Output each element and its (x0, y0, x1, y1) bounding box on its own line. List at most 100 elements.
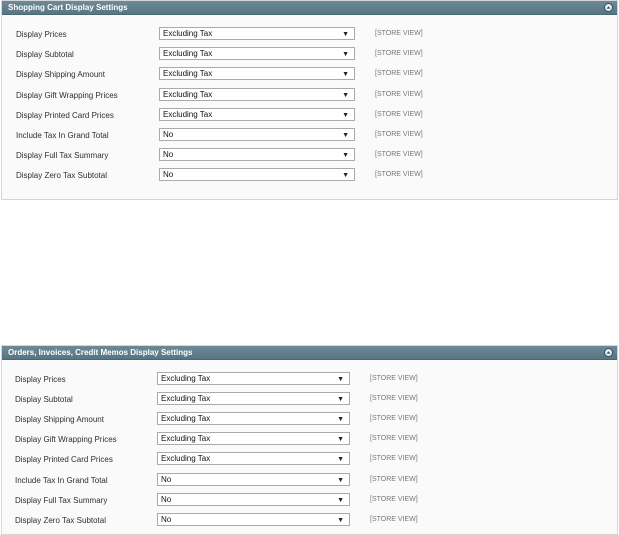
dropdown-arrow-icon[interactable]: ▼ (342, 130, 349, 141)
setting-row-include-tax-in-grand-total: Include Tax In Grand Total No ▼ [STORE VIEW… (2, 128, 617, 144)
display-printed-card-prices-select[interactable]: Excluding Tax ▼ (159, 107, 355, 121)
setting-row-display-subtotal: Display Subtotal Excluding Tax ▼ [STORE VIE… (2, 47, 617, 63)
setting-row-display-zero-tax-subtotal: Display Zero Tax Subtotal No ▼ [STORE VIEW] (2, 168, 617, 184)
setting-row-display-full-tax-summary: Display Full Tax Summary No ▼ [STORE VIEW] (2, 492, 617, 509)
setting-row-display-printed-card-prices: Display Printed Card Prices Excluding Tax… (2, 107, 617, 124)
dropdown-arrow-icon[interactable]: ▼ (337, 394, 344, 405)
scope-label: [STORE VIEW] (375, 50, 423, 58)
scope-label: [STORE VIEW] (375, 151, 423, 159)
setting-label: Display Full Tax Summary (15, 495, 108, 505)
select-value: Excluding Tax (163, 49, 213, 59)
shopping-cart-display-settings-section: Shopping Cart Display Settings Display P… (1, 0, 618, 200)
display-shipping-amount-select[interactable]: Excluding Tax ▼ (157, 412, 350, 426)
display-zero-tax-subtotal-select[interactable]: No ▼ (159, 168, 355, 182)
scope-label: [STORE VIEW] (375, 70, 423, 78)
display-full-tax-summary-select[interactable]: No ▼ (157, 492, 350, 506)
dropdown-arrow-icon[interactable]: ▼ (337, 414, 344, 425)
setting-label: Display Full Tax Summary (16, 151, 109, 161)
select-value: Excluding Tax (161, 394, 211, 404)
setting-row-display-shipping-amount: Display Shipping Amount Excluding Tax ▼ [ST… (2, 412, 617, 428)
setting-label: Display Zero Tax Subtotal (15, 515, 107, 525)
select-value: No (161, 514, 172, 524)
setting-label: Display Prices (15, 375, 66, 384)
collapse-up-icon[interactable] (604, 348, 613, 357)
section-title: Shopping Cart Display Settings (8, 3, 128, 12)
display-zero-tax-subtotal-select[interactable]: No ▼ (157, 512, 350, 526)
dropdown-arrow-icon[interactable]: ▼ (342, 69, 349, 80)
dropdown-arrow-icon[interactable]: ▼ (337, 495, 344, 506)
scope-label: [STORE VIEW] (370, 515, 418, 523)
section-header-orders[interactable]: Orders, Invoices, Credit Memos Display S… (2, 346, 617, 360)
select-value: No (163, 150, 174, 160)
include-tax-in-grand-total-select[interactable]: No ▼ (159, 128, 355, 141)
setting-label: Display Subtotal (16, 50, 74, 60)
collapse-up-icon[interactable] (604, 3, 613, 12)
setting-row-display-gift-wrapping-prices: Display Gift Wrapping Prices Excluding Ta… (2, 87, 617, 104)
scope-label: [STORE VIEW] (375, 30, 423, 37)
scope-label: [STORE VIEW] (370, 435, 418, 443)
orders-invoices-credit-memos-display-settings-section: Orders, Invoices, Credit Memos Display S… (1, 345, 618, 535)
select-value: Excluding Tax (163, 89, 213, 99)
scope-label: [STORE VIEW] (370, 475, 418, 483)
display-prices-select[interactable]: Excluding Tax ▼ (159, 27, 355, 40)
scope-label: [STORE VIEW] (370, 415, 418, 423)
scope-label: [STORE VIEW] (370, 375, 418, 382)
dropdown-arrow-icon[interactable]: ▼ (337, 475, 344, 486)
select-value: Excluding Tax (163, 109, 213, 119)
dropdown-arrow-icon[interactable]: ▼ (337, 515, 344, 526)
display-printed-card-prices-select[interactable]: Excluding Tax ▼ (157, 452, 350, 466)
setting-label: Display Prices (16, 30, 67, 39)
dropdown-arrow-icon[interactable]: ▼ (342, 170, 349, 181)
select-value: Excluding Tax (161, 414, 211, 424)
display-subtotal-select[interactable]: Excluding Tax ▼ (159, 47, 355, 61)
select-value: No (163, 170, 174, 180)
scope-label: [STORE VIEW] (370, 455, 418, 463)
scope-label: [STORE VIEW] (370, 395, 418, 403)
setting-label: Display Printed Card Prices (15, 455, 113, 465)
setting-label: Display Subtotal (15, 395, 73, 405)
dropdown-arrow-icon[interactable]: ▼ (337, 454, 344, 465)
dropdown-arrow-icon[interactable]: ▼ (342, 90, 349, 101)
dropdown-arrow-icon[interactable]: ▼ (342, 110, 349, 121)
select-value: Excluding Tax (161, 434, 211, 444)
setting-label: Display Printed Card Prices (16, 110, 114, 120)
section-header-cart[interactable]: Shopping Cart Display Settings (2, 1, 617, 15)
setting-label: Display Gift Wrapping Prices (16, 90, 118, 100)
setting-label: Include Tax In Grand Total (15, 475, 108, 485)
scope-label: [STORE VIEW] (375, 90, 423, 98)
include-tax-in-grand-total-select[interactable]: No ▼ (157, 472, 350, 486)
setting-label: Include Tax In Grand Total (16, 131, 109, 140)
setting-row-display-shipping-amount: Display Shipping Amount Excluding Tax ▼ [ST… (2, 67, 617, 83)
select-value: No (163, 130, 174, 139)
select-value: No (161, 474, 172, 484)
setting-row-display-zero-tax-subtotal: Display Zero Tax Subtotal No ▼ [STORE VIEW] (2, 512, 617, 529)
setting-label: Display Zero Tax Subtotal (16, 171, 108, 181)
scope-label: [STORE VIEW] (375, 110, 423, 118)
display-prices-select[interactable]: Excluding Tax ▼ (157, 372, 350, 385)
setting-label: Display Shipping Amount (16, 70, 105, 80)
select-value: Excluding Tax (163, 69, 213, 79)
scope-label: [STORE VIEW] (375, 131, 423, 138)
setting-row-display-prices: Display Prices Excluding Tax ▼ [STORE VIEW] (2, 372, 617, 388)
display-subtotal-select[interactable]: Excluding Tax ▼ (157, 392, 350, 406)
display-full-tax-summary-select[interactable]: No ▼ (159, 148, 355, 162)
select-value: Excluding Tax (163, 29, 213, 38)
scope-label: [STORE VIEW] (370, 495, 418, 503)
display-shipping-amount-select[interactable]: Excluding Tax ▼ (159, 67, 355, 81)
setting-row-display-prices: Display Prices Excluding Tax ▼ [STORE VIEW] (2, 27, 617, 43)
display-gift-wrapping-prices-select[interactable]: Excluding Tax ▼ (157, 432, 350, 446)
setting-row-display-subtotal: Display Subtotal Excluding Tax ▼ [STORE VIE… (2, 392, 617, 408)
setting-row-display-full-tax-summary: Display Full Tax Summary No ▼ [STORE VIEW] (2, 148, 617, 164)
scope-label: [STORE VIEW] (375, 171, 423, 179)
select-value: Excluding Tax (161, 454, 211, 464)
dropdown-arrow-icon[interactable]: ▼ (337, 374, 344, 385)
dropdown-arrow-icon[interactable]: ▼ (337, 434, 344, 445)
dropdown-arrow-icon[interactable]: ▼ (342, 49, 349, 60)
dropdown-arrow-icon[interactable]: ▼ (342, 29, 349, 40)
display-gift-wrapping-prices-select[interactable]: Excluding Tax ▼ (159, 87, 355, 101)
setting-label: Display Shipping Amount (15, 415, 104, 425)
dropdown-arrow-icon[interactable]: ▼ (342, 150, 349, 161)
setting-row-display-gift-wrapping-prices: Display Gift Wrapping Prices Excluding Ta… (2, 432, 617, 448)
select-value: No (161, 494, 172, 504)
setting-row-include-tax-in-grand-total: Include Tax In Grand Total No ▼ [STORE VIEW… (2, 472, 617, 489)
